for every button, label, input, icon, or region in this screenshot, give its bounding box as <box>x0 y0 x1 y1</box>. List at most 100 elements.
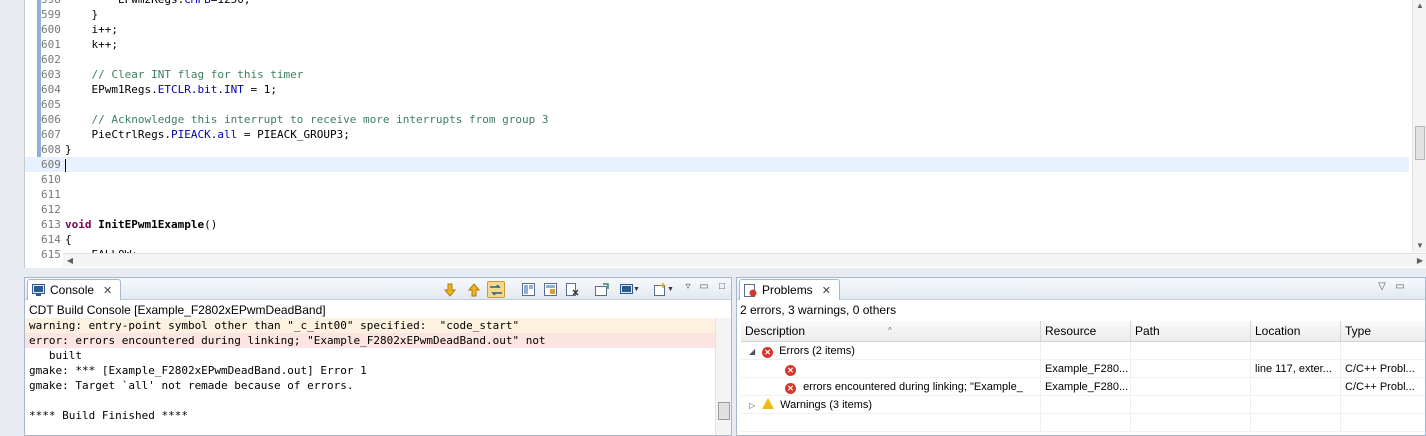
code-line[interactable]: 600 i++; <box>25 22 1409 37</box>
tree-group-warnings[interactable]: ▷ Warnings (3 items) <box>741 396 1425 414</box>
maximize-icon[interactable]: □ <box>715 280 729 294</box>
open-console-icon[interactable]: ▼ <box>617 281 643 298</box>
previous-error-icon[interactable] <box>465 281 483 298</box>
code-token: } <box>65 143 72 156</box>
line-number: 612 <box>41 203 61 216</box>
code-line[interactable]: 603 // Clear INT flag for this timer <box>25 67 1409 82</box>
new-console-icon[interactable]: ▼ <box>651 281 677 298</box>
code-line[interactable]: 604 EPwm1Regs.ETCLR.bit.INT = 1; <box>25 82 1409 97</box>
line-number: 613 <box>41 218 61 231</box>
line-number: 598 <box>41 0 65 7</box>
code-token: PieCtrlRegs. <box>91 128 171 141</box>
warning-icon <box>762 398 775 409</box>
tab-console[interactable]: Console ✕ <box>27 279 122 300</box>
scroll-lock-icon[interactable] <box>519 281 537 298</box>
tree-group-errors[interactable]: ◢ ✕ Errors (2 items) <box>741 342 1425 360</box>
code-editor[interactable]: 598 EPwm2Regs.CMPB=1250;599 }600 i++;601… <box>24 0 1426 268</box>
row-resource: Example_F280... <box>1041 378 1131 396</box>
tab-problems[interactable]: Problems ✕ <box>739 279 840 300</box>
close-icon[interactable]: ✕ <box>103 284 112 297</box>
code-line[interactable]: 598 EPwm2Regs.CMPB=1250; <box>25 0 1409 7</box>
code-line[interactable]: 610 <box>25 172 1409 187</box>
code-line[interactable]: 601 k++; <box>25 37 1409 52</box>
row-location <box>1251 378 1341 396</box>
console-icon <box>32 284 45 296</box>
code-line[interactable]: 605 <box>25 97 1409 112</box>
code-line[interactable]: 614 { <box>25 232 1409 247</box>
column-location[interactable]: Location <box>1251 321 1341 342</box>
code-line[interactable]: 607 PieCtrlRegs.PIEACK.all = PIEACK_GROU… <box>25 127 1409 142</box>
column-resource[interactable]: Resource <box>1041 321 1131 342</box>
link-console-icon[interactable] <box>487 281 505 298</box>
code-token: void <box>65 218 92 231</box>
pin-console-icon[interactable] <box>541 281 559 298</box>
view-menu-icon[interactable]: ▽ <box>1375 280 1389 294</box>
code-line[interactable]: 612 <box>25 202 1409 217</box>
chevron-down-icon[interactable]: ▼ <box>633 286 640 293</box>
code-token: CMPB <box>184 0 211 6</box>
code-token: =1250; <box>211 0 251 6</box>
line-number: 607 <box>41 128 61 141</box>
line-number: 615 <box>41 248 61 261</box>
editor-horizontal-scrollbar[interactable]: ◀ ▶ <box>63 253 1426 267</box>
editor-vertical-scrollbar[interactable]: ▲ ▼ <box>1412 0 1426 252</box>
code-token: () <box>204 218 218 231</box>
clear-console-icon[interactable] <box>563 281 581 298</box>
code-token: } <box>91 8 99 21</box>
code-token: i++; <box>91 23 119 36</box>
view-menu-icon[interactable]: ▿ <box>681 280 695 294</box>
close-icon[interactable]: ✕ <box>822 284 831 297</box>
column-path[interactable]: Path <box>1131 321 1251 342</box>
code-line[interactable]: 602 <box>25 52 1409 67</box>
scroll-down-icon[interactable]: ▼ <box>1413 240 1426 252</box>
line-number: 603 <box>41 68 61 81</box>
chevron-down-icon[interactable]: ▼ <box>667 286 674 293</box>
code-line[interactable]: 613 void InitEPwm1Example() <box>25 217 1409 232</box>
code-text: // Clear INT flag for this timer <box>65 67 304 82</box>
console-tabbar: Console ✕ ▼ ▼ ▿ ▭ □ <box>25 278 731 300</box>
expanded-icon[interactable]: ◢ <box>749 343 759 360</box>
console-view: Console ✕ ▼ ▼ ▿ ▭ □ CDT Build Console [E… <box>24 277 732 436</box>
collapsed-icon[interactable]: ▷ <box>749 397 759 414</box>
line-number: 611 <box>41 188 61 201</box>
error-icon: ✕ <box>785 365 796 376</box>
column-description[interactable]: Description ^ <box>741 321 1041 342</box>
code-line[interactable]: 609 <box>25 157 1409 172</box>
next-error-icon[interactable] <box>441 281 459 298</box>
code-text: } <box>65 7 99 22</box>
code-line[interactable]: 611 <box>25 187 1409 202</box>
console-output[interactable]: warning: entry-point symbol other than "… <box>25 318 715 435</box>
code-text: // Acknowledge this interrupt to receive… <box>65 112 549 127</box>
table-row[interactable]: ✕ errors encountered during linking; "Ex… <box>741 378 1425 396</box>
code-line[interactable]: 599 } <box>25 7 1409 22</box>
sort-ascending-icon: ^ <box>888 326 892 335</box>
minimize-icon[interactable]: ▭ <box>1393 280 1407 294</box>
console-scroll-thumb[interactable] <box>718 402 730 420</box>
code-line[interactable]: 608} <box>25 142 1409 157</box>
console-line: gmake: Target `all' not remade because o… <box>29 379 354 392</box>
row-path <box>1131 360 1251 378</box>
column-type[interactable]: Type <box>1341 321 1425 342</box>
editor-scroll-thumb[interactable] <box>1415 126 1425 160</box>
console-line: built <box>29 349 82 362</box>
problems-summary: 2 errors, 3 warnings, 0 others <box>740 303 897 317</box>
display-selected-console-icon[interactable] <box>593 281 611 298</box>
minimize-icon[interactable]: ▭ <box>697 280 711 294</box>
table-row[interactable]: ✕ Example_F280... line 117, exter... C/C… <box>741 360 1425 378</box>
code-token: // Clear INT flag for this timer <box>91 68 304 81</box>
code-token: all <box>217 128 238 141</box>
code-token: EPwm2Regs. <box>118 0 184 6</box>
scroll-right-icon[interactable]: ▶ <box>1413 254 1426 268</box>
scroll-up-icon[interactable]: ▲ <box>1413 0 1426 12</box>
code-line[interactable]: 606 // Acknowledge this interrupt to rec… <box>25 112 1409 127</box>
line-number: 606 <box>41 113 61 126</box>
console-vertical-scrollbar[interactable] <box>715 318 731 435</box>
errors-group-label: Errors (2 items) <box>779 345 855 357</box>
scroll-left-icon[interactable]: ◀ <box>63 254 77 268</box>
code-token: ETCLR <box>157 83 191 96</box>
problems-table[interactable]: Description ^ Resource Path Location Typ… <box>741 321 1425 432</box>
